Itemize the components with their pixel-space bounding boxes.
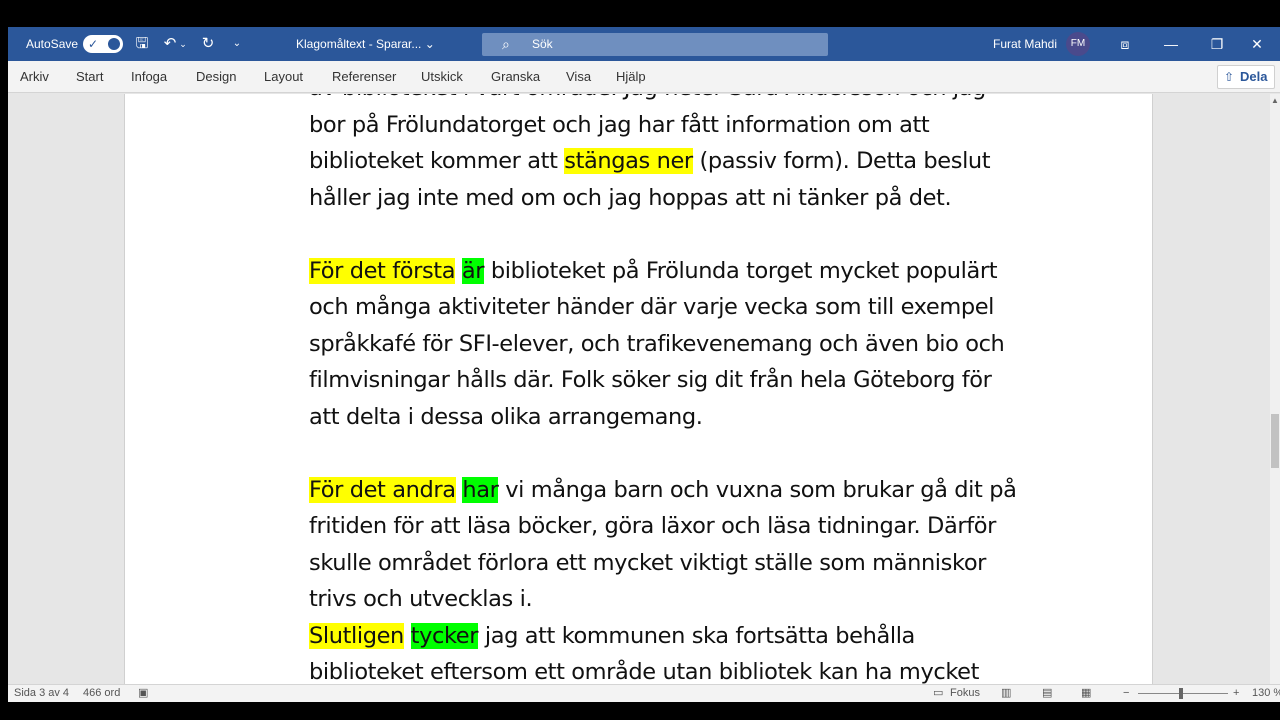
search-input[interactable]: ⌕ Sök: [482, 33, 828, 56]
text-line[interactable]: biblioteket kommer att stängas ner (pass…: [309, 143, 1069, 180]
tab-layout[interactable]: Layout: [264, 61, 303, 93]
proofing-icon[interactable]: ▣: [138, 685, 148, 702]
search-icon: ⌕: [502, 36, 510, 52]
text-run: biblioteket på Frölunda torget mycket po…: [484, 257, 998, 284]
zoom-in-icon[interactable]: +: [1233, 685, 1239, 702]
text-run: trivs och utvecklas i.: [309, 586, 533, 612]
page-count[interactable]: Sida 3 av 4: [14, 685, 69, 702]
text-line[interactable]: trivs och utvecklas i.: [309, 581, 1069, 618]
green-highlight: har: [462, 476, 499, 503]
screen: AutoSave ✓ 🖫 ↶ ⌄ ↻ ⌄ Klagomåltext - Spar…: [0, 0, 1280, 720]
ribbon-display-options-icon[interactable]: ⧈: [1102, 27, 1148, 61]
text-line[interactable]: språkkafé för SFI-elever, och trafikeven…: [309, 326, 1069, 363]
text-run: av biblioteket i vårt område. Jag heter …: [309, 94, 986, 101]
text-run: filmvisningar hålls där. Folk söker sig …: [309, 367, 992, 393]
text-line[interactable]: biblioteket eftersom ett område utan bib…: [309, 654, 1069, 684]
ribbon-tabs: Arkiv Start Infoga Design Layout Referen…: [8, 61, 1280, 93]
green-highlight: tycker: [410, 622, 479, 649]
close-icon[interactable]: ✕: [1234, 27, 1280, 61]
tab-granska[interactable]: Granska: [491, 61, 540, 93]
customize-toolbar-icon[interactable]: ⌄: [227, 34, 247, 54]
text-line[interactable]: För det andra har vi många barn och vuxn…: [309, 472, 1069, 509]
redo-icon[interactable]: ↻: [198, 34, 218, 54]
tab-referenser[interactable]: Referenser: [332, 61, 396, 93]
yellow-highlight: För det första: [309, 257, 456, 284]
text-run: jag att kommunen ska fortsätta behålla: [478, 622, 915, 649]
text-run: (passiv form). Detta beslut: [692, 148, 991, 174]
zoom-slider[interactable]: [1138, 693, 1228, 694]
text-line[interactable]: att delta i dessa olika arrangemang.: [309, 399, 1069, 436]
share-icon: ⇧: [1224, 70, 1235, 84]
avatar[interactable]: FM: [1066, 32, 1090, 56]
word-window: AutoSave ✓ 🖫 ↶ ⌄ ↻ ⌄ Klagomåltext - Spar…: [8, 27, 1280, 702]
text-line[interactable]: För det första är biblioteket på Frölund…: [309, 253, 1069, 290]
zoom-slider-thumb[interactable]: [1179, 688, 1183, 699]
undo-icon[interactable]: ↶: [160, 34, 180, 54]
scroll-up-icon[interactable]: ▲: [1270, 94, 1280, 108]
vertical-scrollbar[interactable]: ▲: [1270, 94, 1280, 684]
tab-utskick[interactable]: Utskick: [421, 61, 463, 93]
text-run: biblioteket eftersom ett område utan bib…: [309, 659, 980, 684]
web-layout-icon[interactable]: ▦: [1081, 685, 1091, 702]
autosave-label: AutoSave: [26, 37, 79, 51]
text-line[interactable]: håller jag inte med om och jag hoppas at…: [309, 180, 1069, 217]
tab-start[interactable]: Start: [76, 61, 103, 93]
autosave-toggle[interactable]: ✓: [83, 35, 123, 53]
text-line[interactable]: och många aktiviteter händer där varje v…: [309, 289, 1069, 326]
status-bar: Sida 3 av 4 466 ord ▣ ▭ Fokus ▥ ▤ ▦ − + …: [8, 684, 1280, 702]
focus-icon[interactable]: ▭: [933, 685, 943, 702]
text-run: biblioteket kommer att: [309, 148, 565, 174]
text-line[interactable]: filmvisningar hålls där. Folk söker sig …: [309, 362, 1069, 399]
text-line[interactable]: bor på Frölundatorget och jag har fått i…: [309, 107, 1069, 144]
yellow-highlight: Slutligen: [309, 622, 404, 649]
text-line[interactable]: av biblioteket i vårt område. Jag heter …: [309, 94, 1069, 107]
text-run: att delta i dessa olika arrangemang.: [309, 403, 703, 430]
text-line[interactable]: skulle området förlora ett mycket viktig…: [309, 545, 1069, 582]
text-line[interactable]: Slutligen tycker jag att kommunen ska fo…: [309, 618, 1069, 655]
share-label: Dela: [1240, 69, 1268, 84]
text-line[interactable]: fritiden för att läsa böcker, göra läxor…: [309, 508, 1069, 545]
text-run: [404, 623, 411, 649]
tab-hjalp[interactable]: Hjälp: [616, 61, 646, 93]
document-area: av biblioteket i vårt område. Jag heter …: [8, 94, 1270, 684]
zoom-out-icon[interactable]: −: [1123, 685, 1129, 702]
tab-arkiv[interactable]: Arkiv: [20, 61, 49, 93]
text-run: håller jag inte med om och jag hoppas at…: [309, 184, 952, 211]
user-name[interactable]: Furat Mahdi: [993, 27, 1057, 61]
green-highlight: är: [461, 257, 485, 284]
text-run: bor på Frölundatorget och jag har fått i…: [309, 111, 930, 138]
search-placeholder: Sök: [532, 37, 553, 51]
text-run: fritiden för att läsa böcker, göra läxor…: [309, 513, 996, 539]
text-run: skulle området förlora ett mycket viktig…: [309, 549, 987, 576]
text-run: och många aktiviteter händer där varje v…: [309, 294, 995, 320]
tab-design[interactable]: Design: [196, 61, 236, 93]
focus-label[interactable]: Fokus: [950, 685, 980, 702]
document-title[interactable]: Klagomåltext - Sparar... ⌄: [296, 27, 435, 61]
tab-visa[interactable]: Visa: [566, 61, 591, 93]
title-bar: AutoSave ✓ 🖫 ↶ ⌄ ↻ ⌄ Klagomåltext - Spar…: [8, 27, 1280, 61]
text-run: vi många barn och vuxna som brukar gå di…: [498, 476, 1017, 503]
minimize-icon[interactable]: —: [1148, 27, 1194, 61]
document-page[interactable]: av biblioteket i vårt område. Jag heter …: [124, 94, 1153, 684]
scrollbar-thumb[interactable]: [1271, 414, 1279, 468]
toggle-knob: [108, 38, 120, 50]
text-run: språkkafé för SFI-elever, och trafikeven…: [309, 330, 1005, 357]
save-icon[interactable]: 🖫: [132, 34, 152, 54]
check-icon: ✓: [88, 37, 99, 51]
read-mode-icon[interactable]: ▥: [1001, 685, 1011, 702]
undo-dropdown-icon[interactable]: ⌄: [178, 34, 188, 54]
zoom-level[interactable]: 130 %: [1252, 685, 1280, 702]
word-count[interactable]: 466 ord: [83, 685, 120, 702]
print-layout-icon[interactable]: ▤: [1042, 685, 1052, 702]
text-run: [455, 258, 462, 284]
yellow-highlight: För det andra: [309, 476, 456, 503]
tab-infoga[interactable]: Infoga: [131, 61, 167, 93]
yellow-highlight: stängas ner: [564, 148, 693, 174]
share-button[interactable]: ⇧ Dela: [1217, 65, 1275, 89]
document-text[interactable]: av biblioteket i vårt område. Jag heter …: [309, 94, 1069, 684]
